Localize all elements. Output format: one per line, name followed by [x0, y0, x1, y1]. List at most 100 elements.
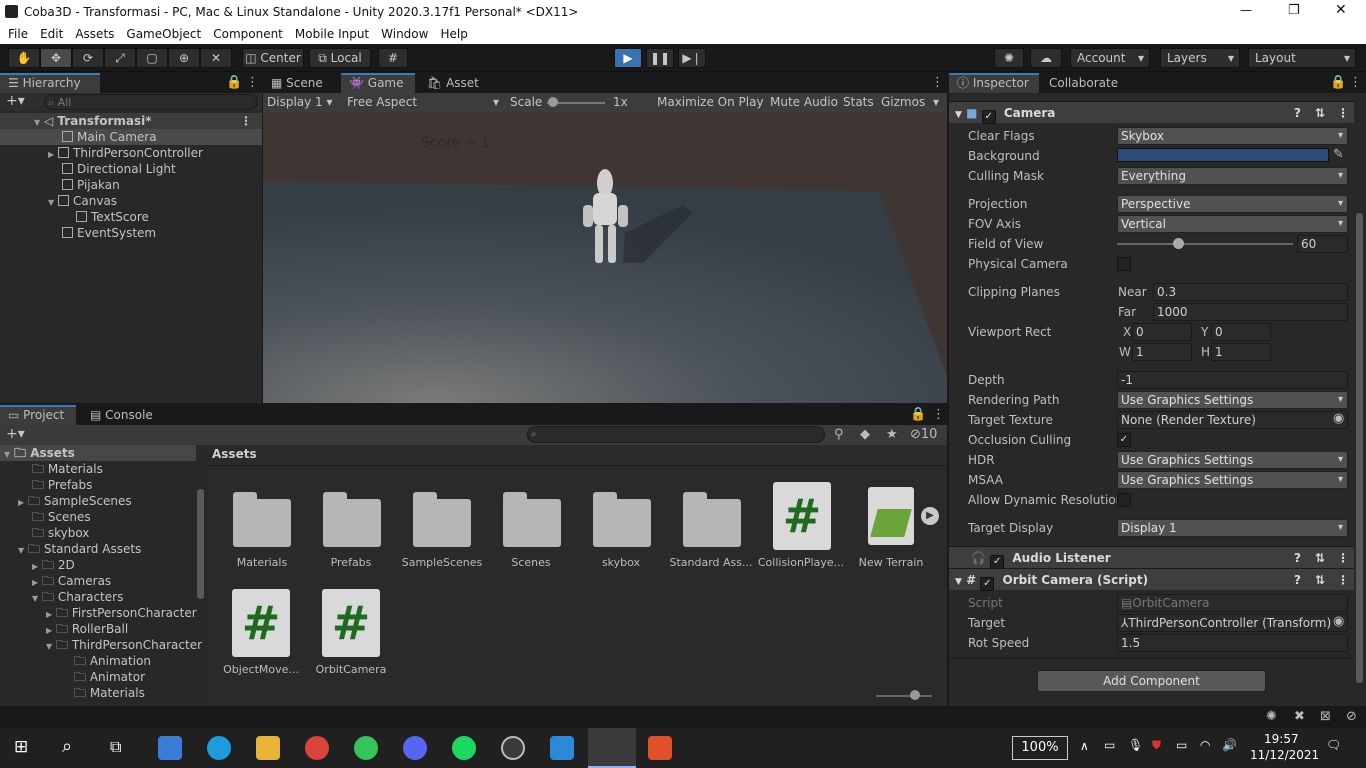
hierarchy-item[interactable]: ▶ ThirdPersonController: [0, 145, 262, 161]
tab-scene[interactable]: ▦ Scene: [263, 73, 341, 93]
mute-audio-toggle[interactable]: Mute Audio: [770, 95, 838, 109]
menu-edit[interactable]: Edit: [40, 25, 63, 43]
spotify-icon[interactable]: [452, 736, 476, 760]
presets-icon[interactable]: ⇅: [1315, 547, 1325, 569]
vscode-icon[interactable]: [550, 736, 574, 760]
rot-speed-input[interactable]: 1.5: [1117, 634, 1348, 652]
add-icon[interactable]: +▾: [6, 93, 25, 109]
target-display-dropdown[interactable]: Display 1: [1117, 519, 1348, 537]
folder-icon[interactable]: [323, 492, 381, 547]
tab-game[interactable]: 👾 Game: [341, 73, 415, 93]
tree-item[interactable]: 🗀 Animation: [0, 653, 151, 669]
chevron-up-icon[interactable]: ∧: [1080, 739, 1089, 753]
menu-mobile-input[interactable]: Mobile Input: [295, 25, 369, 43]
far-input[interactable]: 1000: [1153, 303, 1348, 321]
hierarchy-item[interactable]: Main Camera: [0, 129, 262, 145]
asset-label[interactable]: Scenes: [486, 556, 576, 569]
audio-listener-header[interactable]: 🎧 ✓ Audio Listener ? ⇅ ⋮: [949, 546, 1354, 569]
target-texture-field[interactable]: None (Render Texture): [1117, 411, 1348, 429]
clock-date[interactable]: 11/12/2021: [1250, 748, 1319, 762]
tab-asset-store[interactable]: 🛍 Asset Store: [419, 73, 519, 110]
orbit-camera-header[interactable]: ▼ # ✓ Orbit Camera (Script) ? ⇅ ⋮: [949, 568, 1354, 591]
cloud-icon[interactable]: ☁: [1030, 48, 1062, 68]
hand-tool-icon[interactable]: ✋: [8, 48, 40, 68]
asset-label[interactable]: ObjectMove...: [216, 663, 306, 676]
rect-tool-icon[interactable]: ▢: [136, 48, 168, 68]
tree-item[interactable]: ▼ 🗀 Standard Assets: [0, 541, 141, 557]
camera-component-header[interactable]: ▼ ■ ✓ Camera ? ⇅ ⋮: [949, 101, 1354, 124]
expand-arrow-icon[interactable]: ▶: [921, 507, 939, 525]
tree-item[interactable]: ▼ 🗀 Assets: [0, 445, 196, 461]
folder-icon[interactable]: [503, 492, 561, 547]
antivirus-icon[interactable]: ⛊: [1152, 738, 1161, 753]
game-viewport[interactable]: Score = 1: [263, 113, 947, 403]
menu-window[interactable]: Window: [381, 25, 428, 43]
maximize-on-play-toggle[interactable]: Maximize On Play: [657, 95, 764, 109]
store-icon[interactable]: [158, 736, 182, 760]
account-dropdown[interactable]: Account ▾: [1070, 48, 1150, 68]
tree-item[interactable]: ▶ 🗀 2D: [0, 557, 75, 573]
create-icon[interactable]: +▾: [6, 426, 25, 442]
discord-icon[interactable]: [403, 736, 427, 760]
asset-label[interactable]: OrbitCamera: [306, 663, 396, 676]
project-search-input[interactable]: ⌕: [527, 426, 825, 443]
tree-item[interactable]: ▶ 🗀 FirstPersonCharacter: [0, 605, 197, 621]
csharp-script-icon[interactable]: #: [232, 589, 290, 657]
progress-icon[interactable]: ✺: [1266, 709, 1277, 724]
camera-tray-icon[interactable]: ▭: [1104, 738, 1115, 752]
tree-item[interactable]: 🗀 skybox: [0, 525, 89, 541]
display-dropdown[interactable]: Display 1 ▾: [267, 95, 343, 109]
task-view-icon[interactable]: ⧉: [110, 737, 121, 757]
rotate-tool-icon[interactable]: ⟳: [72, 48, 104, 68]
minimize-button[interactable]: —: [1240, 3, 1252, 17]
asset-label[interactable]: skybox: [576, 556, 666, 569]
clear-flags-dropdown[interactable]: Skybox: [1117, 127, 1348, 145]
hidden-packages-icon[interactable]: ⊘10: [910, 427, 937, 442]
tab-inspector[interactable]: ⓘ Inspector: [949, 73, 1039, 93]
debug-icon[interactable]: ✖: [1294, 709, 1305, 724]
panel-menu-icon[interactable]: ⋮: [931, 75, 944, 90]
tree-item[interactable]: ▼ 🗀 ThirdPersonCharacter: [0, 637, 202, 653]
panel-menu-icon[interactable]: ⋮: [1349, 75, 1362, 90]
aspect-dropdown[interactable]: Free Aspect ▾: [347, 95, 501, 109]
asset-label[interactable]: New Terrain: [846, 556, 936, 569]
asset-label[interactable]: Prefabs: [306, 556, 396, 569]
projection-dropdown[interactable]: Perspective: [1117, 195, 1348, 213]
layers-dropdown[interactable]: Layers ▾: [1160, 48, 1240, 68]
menu-assets[interactable]: Assets: [75, 25, 114, 43]
lock-icon[interactable]: 🔒: [1330, 75, 1346, 90]
tree-item[interactable]: 🗀 Scenes: [0, 509, 91, 525]
inspector-scrollbar[interactable]: [1356, 213, 1363, 683]
viewport-w-input[interactable]: 1: [1132, 343, 1192, 361]
help-icon[interactable]: ?: [1294, 102, 1301, 124]
tree-scrollbar[interactable]: [197, 489, 204, 599]
hierarchy-item[interactable]: Pijakan: [0, 177, 262, 193]
lock-icon[interactable]: 🔒: [910, 407, 926, 422]
physical-camera-checkbox[interactable]: [1117, 257, 1131, 271]
play-button[interactable]: ▶: [614, 48, 642, 68]
fov-slider-handle[interactable]: [1173, 238, 1184, 249]
zoom-indicator[interactable]: 100%: [1012, 736, 1068, 760]
tree-item[interactable]: 🗀 Materials: [0, 685, 145, 701]
near-input[interactable]: 0.3: [1153, 283, 1348, 301]
target-field[interactable]: ⅄ThirdPersonController (Transform): [1117, 614, 1348, 632]
add-component-button[interactable]: Add Component: [1037, 670, 1266, 692]
menu-file[interactable]: File: [8, 25, 28, 43]
presets-icon[interactable]: ⇅: [1315, 569, 1325, 591]
network-icon[interactable]: ⊘: [1346, 709, 1357, 724]
folder-icon[interactable]: [593, 492, 651, 547]
hdr-dropdown[interactable]: Use Graphics Settings: [1117, 451, 1348, 469]
close-button[interactable]: ✕: [1335, 2, 1347, 18]
obs-icon[interactable]: [501, 736, 525, 760]
rendering-path-dropdown[interactable]: Use Graphics Settings: [1117, 391, 1348, 409]
fov-axis-dropdown[interactable]: Vertical: [1117, 215, 1348, 233]
lock-icon[interactable]: 🔒: [226, 75, 242, 90]
viewport-x-input[interactable]: 0: [1132, 323, 1192, 341]
unity-taskbar-icon[interactable]: [588, 728, 636, 768]
tree-item[interactable]: ▶ 🗀 RollerBall: [0, 621, 128, 637]
hierarchy-item[interactable]: TextScore: [0, 209, 262, 225]
object-picker-icon[interactable]: ◉: [1333, 614, 1344, 629]
asset-label[interactable]: CollisionPlaye...: [756, 556, 846, 569]
pivot-local-button[interactable]: ⧉ Local: [309, 48, 371, 68]
background-color-field[interactable]: [1117, 148, 1329, 162]
